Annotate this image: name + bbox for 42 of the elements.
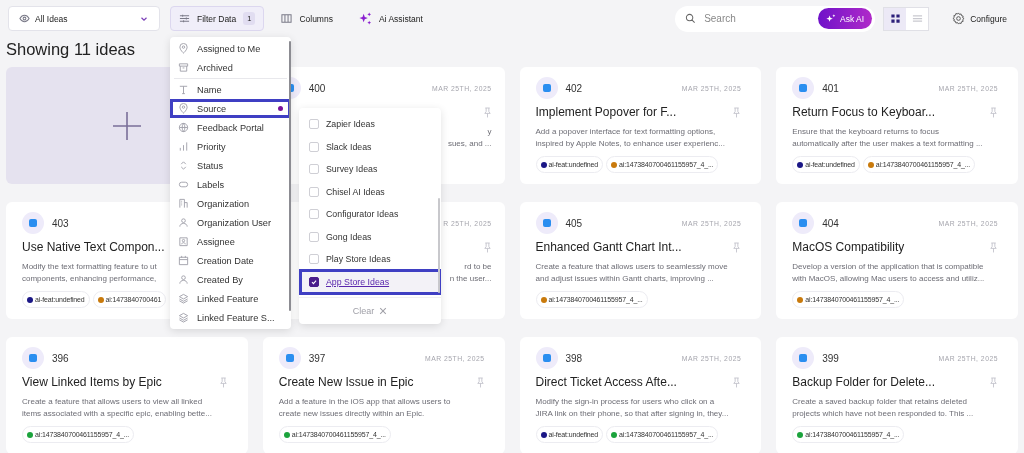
idea-description: components, enhancing performance,	[22, 273, 157, 285]
idea-description: Add a feature in the iOS app that allows users to	[278, 396, 451, 408]
idea-description: n the user...	[449, 273, 492, 285]
idea-title: Direct Ticket Access Afte...	[535, 375, 677, 389]
idea-number: 402	[565, 82, 583, 94]
idea-description: inspired by Apple Notes, to enhance user experienc...	[535, 138, 725, 150]
idea-description: rd to be	[464, 261, 492, 273]
idea-description: automatically after the user makes a text formatting ...	[792, 138, 983, 150]
idea-title: View Linked Items by Epic	[22, 375, 162, 389]
idea-description: and adjust issues within Gantt charts, improving ...	[535, 273, 714, 285]
idea-description: Modify the text formatting feature to ut	[22, 261, 157, 273]
idea-description: Add a popover interface for text formatting options,	[535, 126, 716, 138]
page-heading: Showing 11 ideas	[6, 40, 136, 60]
idea-description: items associated with a specific epic, enabling bette...	[22, 408, 212, 420]
idea-description: y	[487, 126, 492, 138]
idea-description: Modify the sign-in process for users who click on a	[535, 396, 715, 408]
idea-title: Create New Issue in Epic	[278, 375, 414, 389]
idea-title: Enhanced Gantt Chart Int...	[535, 240, 682, 254]
idea-title: Use Native Text Compon...	[22, 240, 165, 254]
idea-description: Develop a version of the application that is compatible	[792, 261, 984, 273]
idea-description: Create a saved backup folder that retains deleted	[792, 396, 968, 408]
idea-description: sues, and ...	[447, 138, 492, 150]
idea-number: 396	[52, 352, 69, 364]
idea-description: with MacOS, allowing Mac users to access and utiliz...	[792, 273, 985, 285]
idea-number: 405	[565, 217, 583, 229]
idea-number: 399	[822, 352, 839, 364]
idea-number: 401	[822, 82, 839, 94]
idea-number: 403	[52, 217, 69, 229]
idea-number: 398	[565, 352, 583, 364]
idea-description: Create a feature that allows users to view all linked	[22, 396, 203, 408]
idea-number: 404	[822, 217, 839, 229]
idea-title: Implement Popover for F...	[535, 105, 677, 119]
idea-number: 400	[308, 82, 326, 94]
idea-description: create new issues directly within an Epic.	[278, 408, 425, 420]
idea-description: JIRA link on their phone, so that after signing in, they...	[535, 408, 729, 420]
idea-title: Backup Folder for Delete...	[792, 375, 935, 389]
idea-description: Ensure that the keyboard returns to focus	[792, 126, 939, 138]
idea-description: Create a feature that allows users to seamlessly move	[535, 261, 728, 273]
idea-title: Return Focus to Keyboar...	[792, 105, 935, 119]
idea-number: 397	[308, 352, 326, 364]
idea-description: projects which have not been responded to. This ...	[792, 408, 974, 420]
idea-title: MacOS Compatibility	[792, 240, 905, 254]
